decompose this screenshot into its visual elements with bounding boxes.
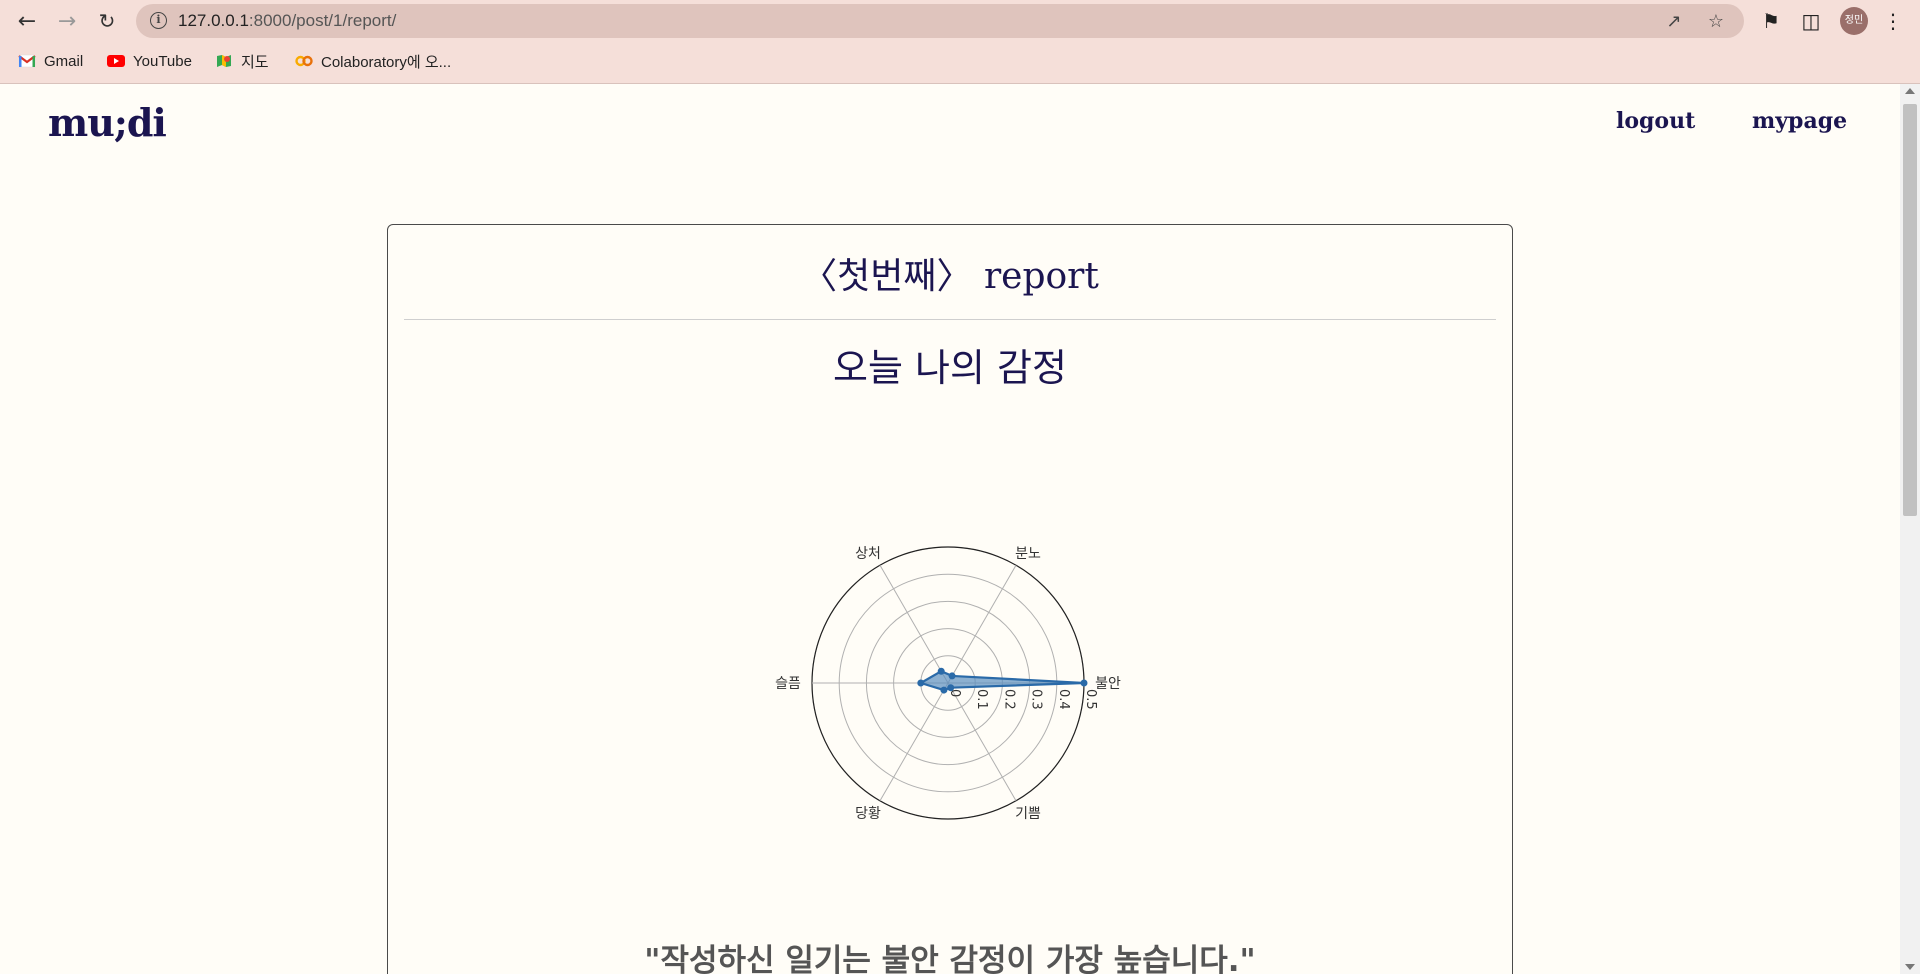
scroll-up-icon[interactable] bbox=[1905, 88, 1915, 94]
scroll-down-icon[interactable] bbox=[1905, 964, 1915, 970]
bookmark-label: Colaboratory에 오... bbox=[321, 53, 452, 71]
emotion-radar-chart: 불안분노상처슬픔당황 기쁨0 0.1 0.2 0.3 0.4 0.5 bbox=[775, 546, 1121, 822]
summary-text: "작성하신 일기는 불안 감정이 가장 높습니다." bbox=[644, 943, 1256, 974]
bookmark-gmail[interactable]: Gmail bbox=[18, 50, 83, 72]
divider bbox=[404, 319, 1496, 320]
logout-link[interactable]: logout bbox=[1616, 108, 1695, 134]
profile-avatar[interactable]: 정민 bbox=[1840, 7, 1868, 35]
bookmark-label: 지도 bbox=[241, 53, 269, 71]
data-point bbox=[947, 684, 955, 692]
radial-tick-label: 0.4 bbox=[1056, 689, 1071, 710]
menu-icon[interactable]: ⋮ bbox=[1880, 8, 1906, 34]
category-label: 분노 bbox=[1015, 546, 1041, 562]
colab-icon bbox=[295, 55, 313, 67]
forward-icon[interactable]: → bbox=[52, 6, 82, 36]
report-title: 〈첫번째〉 report bbox=[801, 256, 1099, 297]
bookmark-label: YouTube bbox=[133, 52, 192, 70]
share-icon[interactable]: ↗ bbox=[1664, 12, 1684, 32]
data-point bbox=[937, 667, 945, 675]
bookmark-colab[interactable]: Colaboratory에 오... bbox=[295, 50, 451, 72]
bookmark-maps[interactable]: 지도 bbox=[215, 50, 269, 72]
scrollbar-thumb[interactable] bbox=[1903, 104, 1917, 516]
report-card: 〈첫번째〉 report 오늘 나의 감정 불안 분노 상처 슬픔 당황 기쁨 0 0.1 0.… bbox=[387, 224, 1513, 974]
radial-tick-label: 0.2 bbox=[1001, 689, 1016, 710]
radar-spoke bbox=[879, 564, 949, 684]
data-point bbox=[1080, 679, 1088, 687]
page-content: mu;di logout mypage 〈첫번째〉 report 오늘 나의 감… bbox=[0, 84, 1900, 974]
data-point bbox=[940, 686, 948, 694]
youtube-icon bbox=[107, 55, 125, 67]
gmail-icon bbox=[18, 54, 36, 68]
mypage-link[interactable]: mypage bbox=[1752, 108, 1847, 134]
bookmark-star-icon[interactable]: ☆ bbox=[1706, 12, 1726, 32]
radar-spoke bbox=[947, 564, 1017, 684]
section-title: 오늘 나의 감정 bbox=[833, 346, 1067, 390]
bookmarks-bar: Gmail YouTube 지도 Colaboratory에 오... bbox=[0, 44, 1920, 76]
category-label: 당황 bbox=[855, 806, 881, 822]
bookmark-youtube[interactable]: YouTube bbox=[107, 50, 192, 72]
maps-icon bbox=[217, 55, 231, 67]
radar-spoke bbox=[879, 682, 949, 802]
side-panel-icon[interactable]: ◫ bbox=[1798, 8, 1824, 34]
site-logo[interactable]: mu;di bbox=[48, 100, 167, 145]
url-text[interactable]: 127.0.0.1:8000/post/1/report/ bbox=[178, 11, 396, 31]
reload-icon[interactable]: ↻ bbox=[92, 6, 122, 36]
data-point bbox=[948, 672, 956, 680]
address-bar[interactable]: i 127.0.0.1:8000/post/1/report/ ↗ ☆ bbox=[136, 4, 1744, 38]
category-label: 기쁨 bbox=[1015, 806, 1041, 822]
data-point bbox=[917, 679, 925, 687]
back-icon[interactable]: ← bbox=[12, 6, 42, 36]
category-label: 슬픔 bbox=[775, 676, 801, 692]
site-info-icon[interactable]: i bbox=[150, 12, 167, 29]
page-scrollbar[interactable] bbox=[1900, 84, 1920, 974]
browser-toolbar: ← → ↻ i 127.0.0.1:8000/post/1/report/ ↗ … bbox=[0, 0, 1920, 42]
bookmark-label: Gmail bbox=[44, 52, 84, 70]
radial-tick-label: 0.1 bbox=[974, 689, 989, 710]
extensions-icon[interactable]: ⚑ bbox=[1758, 8, 1784, 34]
radial-tick-label: 0.3 bbox=[1029, 689, 1044, 710]
category-label: 상처 bbox=[855, 546, 881, 562]
category-label: 불안 bbox=[1095, 676, 1121, 692]
browser-chrome: ← → ↻ i 127.0.0.1:8000/post/1/report/ ↗ … bbox=[0, 0, 1920, 84]
radial-tick-label: 0.5 bbox=[1083, 689, 1098, 710]
